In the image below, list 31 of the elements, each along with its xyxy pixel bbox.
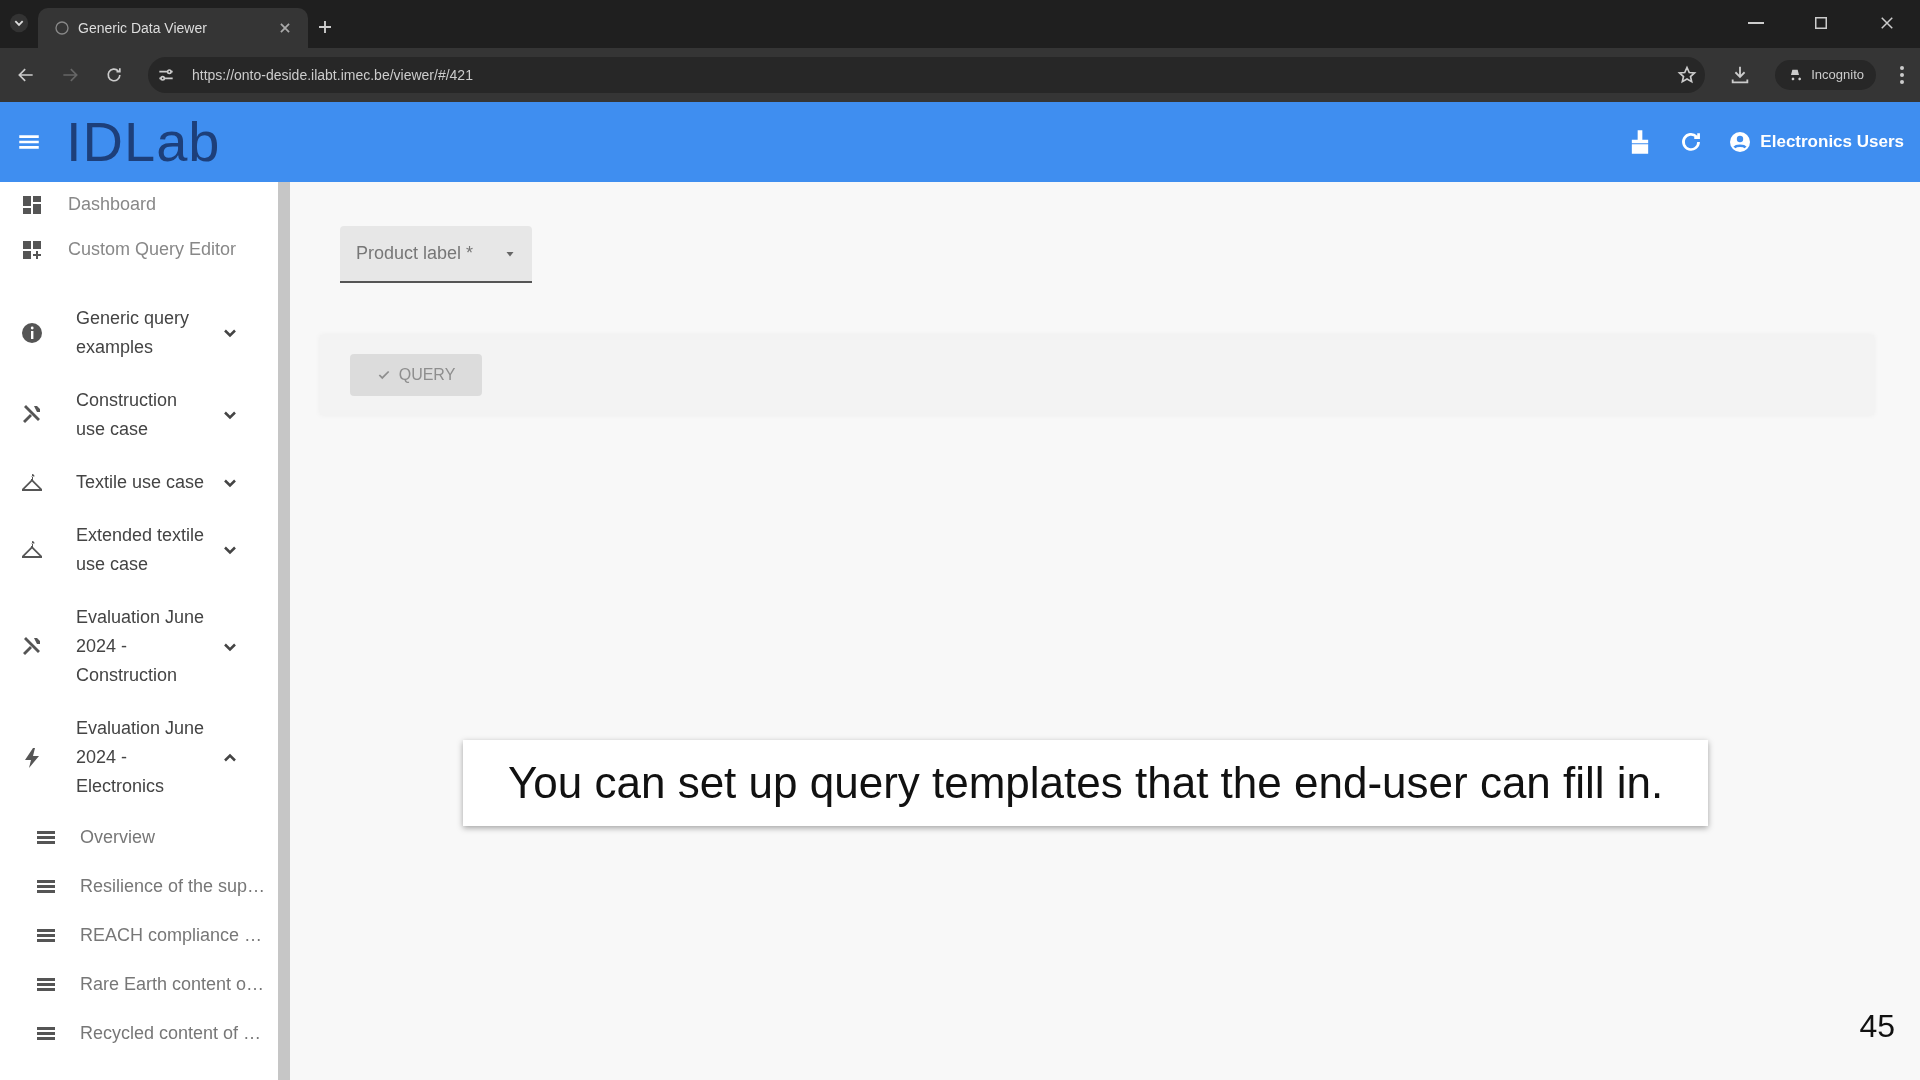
tab-search-icon (8, 12, 30, 34)
sidebar-item[interactable]: Resilience of the sup… (0, 862, 278, 911)
account-icon (1728, 130, 1753, 154)
sidebar-group[interactable]: Extended textile use case (0, 509, 278, 591)
reload-icon (104, 65, 124, 85)
sidebar-group[interactable]: Evaluation June 2024 - Electronics (0, 702, 278, 813)
close-icon (278, 21, 292, 35)
sidebar-group[interactable]: Evaluation June 2024 - Construction (0, 591, 278, 702)
sidebar-group[interactable]: Generic query examples (0, 292, 278, 374)
info-icon (20, 321, 44, 345)
select-field[interactable]: Product label * (340, 226, 532, 283)
more-icon[interactable] (1900, 66, 1904, 84)
check-icon (376, 368, 391, 382)
maximize-icon (1812, 14, 1830, 32)
slide-number: 45 (1859, 1007, 1895, 1046)
sidebar-item[interactable]: Overview (0, 813, 278, 862)
sidebar-item[interactable]: Custom Query Editor (0, 227, 278, 272)
close-icon (1878, 14, 1896, 32)
browser-tab[interactable]: Generic Data Viewer (38, 8, 308, 48)
user-menu[interactable]: Electronics Users (1728, 129, 1904, 155)
sidebar-item[interactable]: REACH compliance … (0, 911, 278, 960)
sidebar-item[interactable]: Dashboard (0, 182, 278, 227)
logo: IDLab (66, 114, 221, 170)
sidebar-item[interactable]: Recycled content of … (0, 1009, 278, 1058)
sidebar-item[interactable]: Rare Earth content o… (0, 960, 278, 1009)
new-tab-icon (316, 18, 334, 36)
incognito-badge[interactable]: Incognito (1775, 60, 1876, 90)
caption: You can set up query templates that the end-user can fill in. (463, 740, 1709, 826)
star-icon (1677, 65, 1698, 85)
sidebar-group[interactable]: Construction use case (0, 374, 278, 456)
sidebar-group[interactable]: Textile use case (0, 456, 278, 509)
